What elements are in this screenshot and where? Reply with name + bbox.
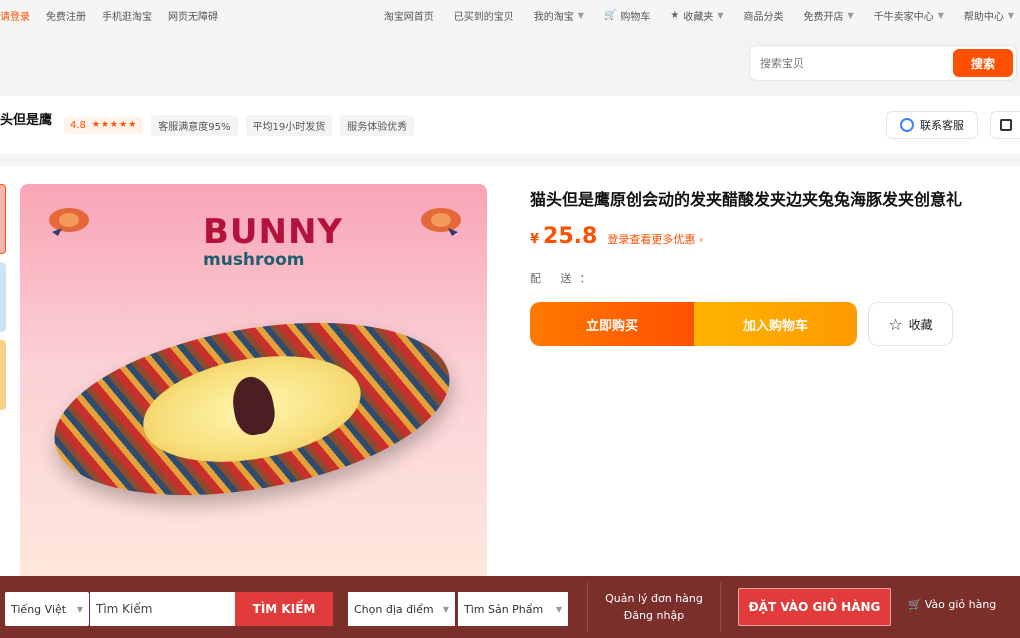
language-value: Tiếng Việt — [11, 602, 67, 616]
chevron-down-icon: ▼ — [1007, 10, 1014, 20]
rating-value: 4.8 — [70, 119, 86, 131]
cart-label: 购物车 — [620, 11, 651, 23]
open-shop-menu[interactable]: 免费开店 ▼ — [804, 8, 854, 23]
product-type-value: Tìm Sản Phẩm — [464, 602, 544, 616]
shop-tag-satisfaction: 客服满意度95% — [151, 114, 238, 136]
star-outline-icon: ☆ — [888, 314, 903, 334]
seller-center-label: 千牛卖家中心 — [873, 11, 934, 23]
product-price: ¥ 25.8 登录查看更多优惠 › — [530, 224, 703, 249]
product-image[interactable]: BUNNY mushroom — [20, 184, 487, 584]
cart-link[interactable]: 🛒 购物车 — [604, 8, 650, 23]
search-input[interactable] — [750, 56, 950, 70]
my-taobao-label: 我的淘宝 — [533, 11, 574, 23]
bought-label: 已买到的宝贝 — [453, 11, 514, 23]
open-shop-label: 免费开店 — [803, 11, 844, 23]
clip-center — [134, 340, 370, 478]
price-value: 25.8 — [543, 224, 598, 249]
help-label: 帮助中心 — [963, 11, 1004, 23]
language-select[interactable]: Tiếng Việt ▼ — [5, 592, 89, 626]
chevron-down-icon: ▼ — [577, 10, 584, 20]
thumbnail-3[interactable] — [0, 340, 6, 410]
contact-service-label: 联系客服 — [920, 119, 964, 132]
overlay-search-input[interactable]: Tìm Kiếm — [90, 592, 235, 626]
image-subtitle: mushroom — [203, 250, 305, 270]
divider — [720, 582, 721, 632]
home-link[interactable]: 淘宝网首页 — [384, 8, 434, 23]
favorites-menu[interactable]: ★ 收藏夹 ▼ — [670, 8, 723, 23]
star-icon: ★ — [670, 9, 680, 21]
flower-icon — [49, 208, 89, 236]
flower-icon — [421, 208, 461, 236]
favorite-button[interactable]: ☆ 收藏 — [868, 302, 953, 346]
product-main: BUNNY mushroom 猫头但是鹰原创会动的发夹醋酸发夹边夹兔兔海豚发夹创… — [0, 166, 1020, 638]
chevron-down-icon: ▼ — [555, 604, 562, 614]
categories-link[interactable]: 商品分类 — [744, 8, 784, 23]
product-title: 猫头但是鹰原创会动的发夹醋酸发夹边夹兔兔海豚发夹创意礼 — [530, 190, 963, 209]
chevron-down-icon: ▼ — [937, 10, 944, 20]
store-icon — [999, 119, 1012, 131]
thumbnail-1[interactable] — [0, 184, 6, 254]
register-link[interactable]: 免费注册 — [46, 8, 86, 23]
rabbit-icon — [228, 373, 279, 438]
mobile-link[interactable]: 手机逛淘宝 — [102, 8, 152, 23]
manage-orders-link[interactable]: Quản lý đơn hàng — [590, 590, 718, 607]
extension-toolbar: Tiếng Việt ▼ Tìm Kiếm TÌM KIẾM Chọn địa … — [0, 576, 1020, 638]
login-link[interactable]: 请登录 — [0, 8, 30, 23]
my-taobao-menu[interactable]: 我的淘宝 ▼ — [534, 8, 584, 23]
overlay-search-button[interactable]: TÌM KIẾM — [235, 592, 333, 626]
search-button[interactable]: 搜索 — [953, 49, 1013, 77]
shop-tag-shipping: 平均19小时发货 — [245, 114, 333, 136]
thumbnail-2[interactable] — [0, 262, 6, 332]
delivery-label: 配 送： — [530, 272, 599, 285]
top-nav-right: 淘宝网首页 已买到的宝贝 我的淘宝 ▼ 🛒 购物车 ★ 收藏夹 ▼ 商品分类 免费开店 ▼… — [384, 8, 1020, 23]
product-type-select[interactable]: Tìm Sản Phẩm ▼ — [458, 592, 568, 626]
hair-clip-illustration — [41, 295, 463, 523]
seller-center-menu[interactable]: 千牛卖家中心 ▼ — [874, 8, 944, 23]
promo-link[interactable]: 登录查看更多优惠 › — [607, 231, 703, 247]
shop-rating: 4.8 ★★★★★ — [64, 116, 144, 134]
favorites-label: 收藏夹 — [683, 11, 714, 23]
chevron-down-icon: ▼ — [847, 10, 854, 20]
location-value: Chọn địa điểm — [354, 602, 434, 616]
help-menu[interactable]: 帮助中心 ▼ — [964, 8, 1014, 23]
add-to-cart-button[interactable]: 加入购物车 — [694, 302, 857, 346]
top-nav-left: 请登录 免费注册 手机逛淘宝 网页无障碍 — [0, 8, 218, 23]
shop-tag-service: 服务体验优秀 — [340, 114, 415, 136]
bought-link[interactable]: 已买到的宝贝 — [454, 8, 514, 23]
contact-service-button[interactable]: 联系客服 — [886, 111, 978, 139]
overlay-cart-label: Vào giỏ hàng — [924, 598, 997, 611]
price-currency: ¥ — [530, 232, 540, 247]
store-button[interactable] — [990, 111, 1020, 139]
accessible-link[interactable]: 网页无障碍 — [168, 8, 218, 23]
divider — [587, 582, 588, 632]
buy-now-button[interactable]: 立即购买 — [530, 302, 694, 346]
place-order-button[interactable]: ĐẶT VÀO GIỎ HÀNG — [738, 588, 891, 626]
cart-icon: 🛒 — [603, 9, 617, 21]
chevron-down-icon: ▼ — [442, 604, 449, 614]
chevron-down-icon: ▼ — [717, 10, 724, 20]
top-nav-bar: 请登录 免费注册 手机逛淘宝 网页无障碍 淘宝网首页 已买到的宝贝 我的淘宝 ▼ … — [0, 0, 1020, 30]
thumbnail-strip — [0, 184, 6, 418]
headset-icon — [900, 118, 914, 132]
account-links: Quản lý đơn hàng Đăng nhập — [590, 590, 718, 624]
image-title: BUNNY — [203, 212, 344, 252]
cart-icon: 🛒 — [908, 598, 922, 611]
rating-stars-icon: ★★★★★ — [91, 120, 138, 130]
favorite-label: 收藏 — [908, 317, 933, 332]
overlay-cart-link[interactable]: 🛒 Vào giỏ hàng — [908, 598, 996, 611]
location-select[interactable]: Chọn địa điểm ▼ — [348, 592, 455, 626]
categories-label: 商品分类 — [743, 11, 784, 23]
shop-bar: 头但是鹰 4.8 ★★★★★ 客服满意度95% 平均19小时发货 服务体验优秀 … — [0, 96, 1020, 154]
overlay-login-link[interactable]: Đăng nhập — [590, 607, 718, 624]
search-box: 搜索 — [749, 45, 1017, 81]
shop-name[interactable]: 头但是鹰 — [0, 109, 52, 128]
home-label: 淘宝网首页 — [383, 11, 434, 23]
chevron-down-icon: ▼ — [76, 604, 83, 614]
